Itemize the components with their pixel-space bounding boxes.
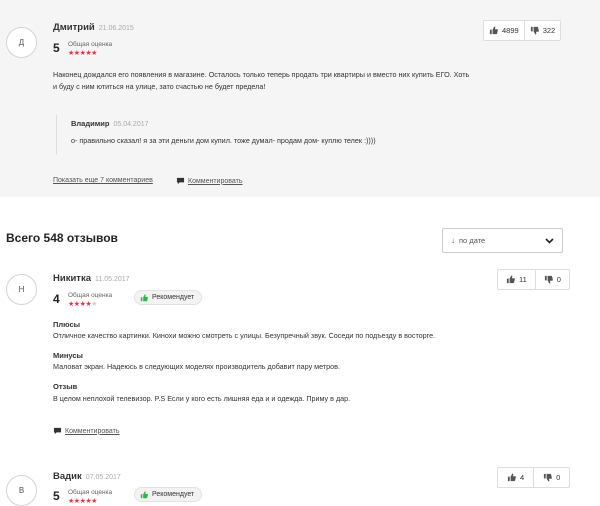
dislike-count: 0 bbox=[556, 473, 561, 482]
dislike-count: 322 bbox=[542, 26, 556, 35]
arrow-down-icon: ↓ bbox=[451, 236, 455, 245]
dislike-button[interactable]: 322 bbox=[523, 21, 561, 40]
author-name[interactable]: Никитка bbox=[53, 273, 91, 284]
score-label: Общая оценка bbox=[68, 292, 113, 299]
recommend-badge: Рекомендует bbox=[134, 487, 203, 502]
review-date: 07.05.2017 bbox=[85, 474, 121, 481]
cons-title: Минусы bbox=[53, 351, 83, 360]
reply-date: 05.04.2017 bbox=[113, 121, 149, 128]
sort-label: по дате bbox=[459, 236, 486, 245]
thumbs-up-icon bbox=[507, 473, 516, 482]
comment-link-label[interactable]: Комментировать bbox=[188, 178, 243, 185]
vote-box: 4 0 bbox=[497, 467, 571, 488]
thumbs-up-green-icon bbox=[140, 490, 148, 498]
review-date: 21.06.2015 bbox=[98, 25, 134, 32]
review-author[interactable]: Дмитрий 21.06.2015 bbox=[53, 22, 134, 33]
like-button[interactable]: 11 bbox=[498, 270, 535, 289]
thumbs-up-icon bbox=[506, 275, 515, 284]
rating-stars: ★★★★★ bbox=[68, 300, 97, 308]
pros-text: Отличное качество картинки. Кинохи можно… bbox=[53, 331, 436, 340]
dislike-button[interactable]: 0 bbox=[533, 468, 569, 487]
comment-link-label[interactable]: Комментировать bbox=[65, 428, 120, 435]
star-icon: ★ bbox=[91, 301, 97, 308]
avatar: В bbox=[6, 475, 37, 506]
author-name[interactable]: Вадик bbox=[53, 471, 82, 482]
dislike-button[interactable]: 0 bbox=[534, 270, 569, 289]
chevron-down-icon bbox=[545, 237, 554, 244]
recommend-badge: Рекомендует bbox=[134, 290, 203, 305]
reviews-count-title: Всего 548 отзывов bbox=[6, 231, 118, 245]
avatar-letter: Д bbox=[18, 38, 25, 47]
like-button[interactable]: 4899 bbox=[484, 21, 524, 40]
review-text-line-2: и буду с ним ютиться на улице, зато счас… bbox=[53, 82, 266, 91]
overall-score: 5 bbox=[53, 489, 60, 503]
review-text: В целом неплохой телевизор. P.S Если у к… bbox=[53, 394, 351, 403]
rating-stars: ★★★★★ bbox=[68, 49, 97, 57]
review-author[interactable]: Вадик 07.05.2017 bbox=[53, 471, 121, 482]
thumbs-up-green-icon bbox=[140, 293, 148, 301]
thumbs-down-icon bbox=[544, 473, 553, 482]
like-count: 4 bbox=[520, 473, 525, 482]
avatar-letter: В bbox=[18, 486, 25, 495]
like-button[interactable]: 4 bbox=[498, 468, 533, 487]
review-title: Отзыв bbox=[53, 382, 78, 391]
pros-title: Плюсы bbox=[53, 320, 81, 329]
cons-text: Маловат экран. Надеюсь в следующих модел… bbox=[53, 362, 340, 371]
recommend-label: Рекомендует bbox=[152, 491, 195, 498]
reply-author[interactable]: Владимир 05.04.2017 bbox=[71, 119, 149, 128]
score-label: Общая оценка bbox=[68, 41, 113, 48]
show-more-comments-link[interactable]: Показать еще 7 комментариев bbox=[53, 177, 153, 184]
like-count: 11 bbox=[519, 275, 527, 284]
reply-author-name[interactable]: Владимир bbox=[71, 119, 109, 128]
avatar: Д bbox=[6, 27, 37, 58]
avatar-letter: Н bbox=[18, 285, 25, 294]
vote-box: 4899 322 bbox=[483, 20, 562, 41]
sort-dropdown[interactable]: ↓ по дате bbox=[442, 228, 563, 253]
score-label: Общая оценка bbox=[68, 489, 113, 496]
comment-icon bbox=[176, 177, 185, 185]
overall-score: 5 bbox=[53, 41, 60, 55]
thumbs-down-icon bbox=[544, 275, 553, 284]
overall-score: 4 bbox=[53, 292, 60, 306]
comment-icon bbox=[53, 427, 62, 435]
comment-link[interactable]: Комментировать bbox=[53, 427, 120, 435]
review-author[interactable]: Никитка 11.05.2017 bbox=[53, 273, 130, 284]
author-name[interactable]: Дмитрий bbox=[53, 22, 95, 33]
reply-text: о- правильно сказал! я за эти деньги дом… bbox=[71, 136, 376, 145]
recommend-label: Рекомендует bbox=[152, 294, 195, 301]
review-date: 11.05.2017 bbox=[95, 276, 130, 283]
like-count: 4899 bbox=[502, 26, 519, 35]
avatar: Н bbox=[6, 274, 37, 305]
comment-link[interactable]: Комментировать bbox=[176, 177, 243, 185]
show-more-label[interactable]: Показать еще 7 комментариев bbox=[53, 177, 153, 184]
star-icon: ★ bbox=[91, 50, 97, 57]
thumbs-down-icon bbox=[530, 26, 539, 35]
thumbs-up-icon bbox=[489, 26, 498, 35]
dislike-count: 0 bbox=[556, 275, 561, 284]
reply-divider bbox=[56, 115, 57, 154]
vote-box: 11 0 bbox=[497, 269, 570, 290]
